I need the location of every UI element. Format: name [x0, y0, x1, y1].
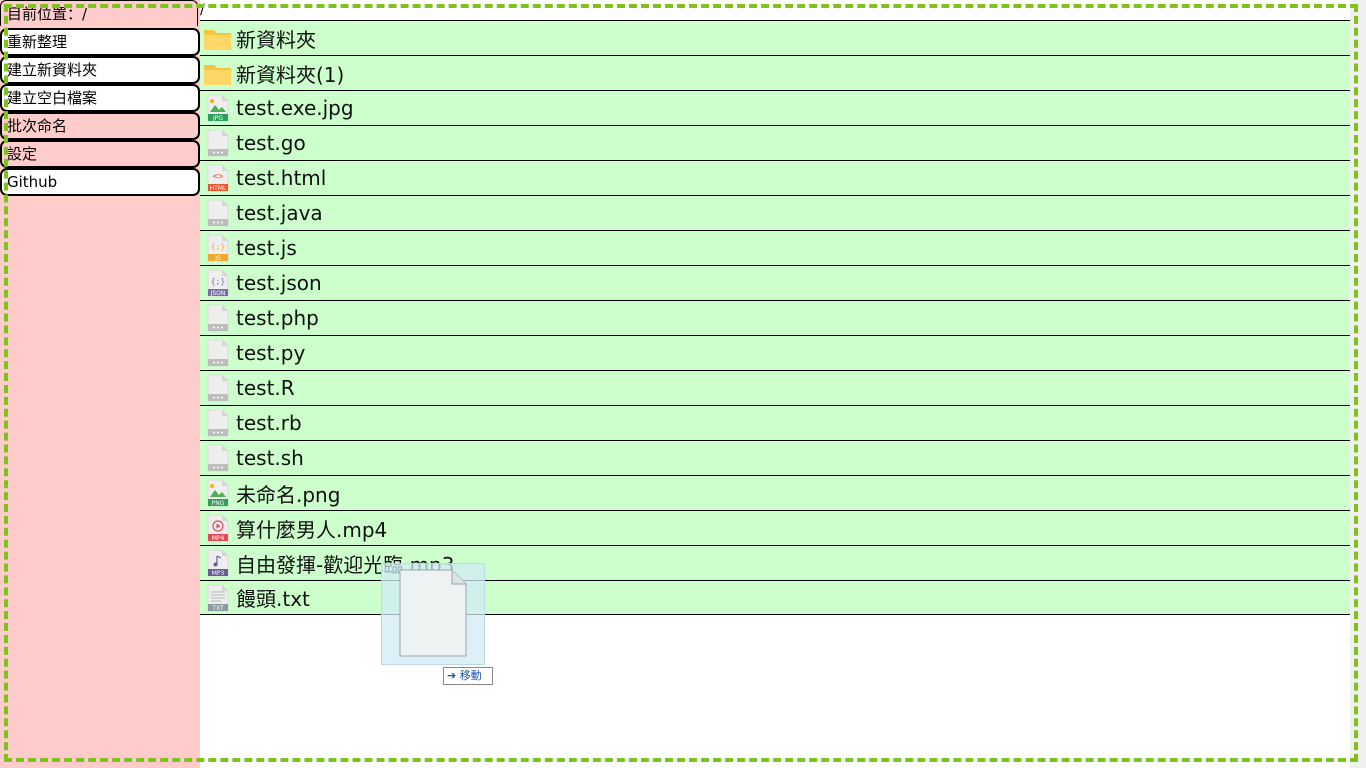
json-file-icon: JSON {;} — [203, 268, 233, 298]
file-name: test.json — [236, 271, 322, 295]
sidebar-button[interactable]: 設定 — [0, 140, 200, 168]
html-file-icon: HTML <> — [203, 163, 233, 193]
png-file-icon: PNG — [203, 478, 233, 508]
file-name: test.go — [236, 131, 306, 155]
generic-file-icon — [203, 303, 233, 333]
file-row[interactable]: test.py — [200, 335, 1350, 370]
svg-text:HTML: HTML — [210, 185, 227, 192]
file-row[interactable]: JS {;} test.js — [200, 230, 1350, 265]
file-row[interactable]: JSON {;} test.json — [200, 265, 1350, 300]
file-row[interactable]: test.rb — [200, 405, 1350, 440]
svg-text:JSON: JSON — [210, 290, 226, 297]
sidebar-button[interactable]: 重新整理 — [0, 28, 200, 56]
sidebar: 目前位置：/ 重新整理 建立新資料夾 建立空白檔案 批次命名 設定 Github — [0, 0, 200, 768]
file-row[interactable]: 新資料夾(1) — [200, 55, 1350, 90]
path-label: / — [200, 2, 205, 18]
generic-file-icon — [203, 128, 233, 158]
generic-file-icon — [203, 443, 233, 473]
file-browser: / 新資料夾新資料夾(1) JPG test.exe.jpg test.go HT… — [200, 0, 1350, 768]
svg-text:{;}: {;} — [211, 277, 225, 286]
file-row[interactable]: JPG test.exe.jpg — [200, 90, 1350, 125]
file-name: test.java — [236, 201, 323, 225]
file-name: test.rb — [236, 411, 302, 435]
svg-text:JPG: JPG — [212, 115, 223, 122]
generic-file-icon — [203, 198, 233, 228]
file-name: 未命名.png — [236, 482, 341, 507]
file-row[interactable]: test.R — [200, 370, 1350, 405]
drag-tooltip-label: 移動 — [459, 669, 482, 682]
mp4-file-icon: MP4 — [203, 513, 233, 543]
svg-text:MP4: MP4 — [212, 535, 225, 542]
svg-text:MP3: MP3 — [212, 570, 225, 577]
file-row[interactable]: 新資料夾 — [200, 20, 1350, 55]
file-name: 饅頭.txt — [236, 587, 310, 611]
file-name: test.exe.jpg — [236, 96, 354, 120]
file-row[interactable]: test.php — [200, 300, 1350, 335]
folder-icon — [203, 58, 233, 88]
file-row[interactable]: HTML <> test.html — [200, 160, 1350, 195]
sidebar-button[interactable]: 批次命名 — [0, 112, 200, 140]
drag-ghost-file-icon — [381, 563, 485, 665]
file-row[interactable]: MP3 自由發揮-歡迎光臨.mp3 — [200, 545, 1350, 580]
sidebar-button[interactable]: 建立空白檔案 — [0, 84, 200, 112]
mp3-file-icon: MP3 — [203, 548, 233, 578]
generic-file-icon — [203, 408, 233, 438]
file-name: test.js — [236, 236, 297, 260]
file-name: test.html — [236, 166, 327, 190]
generic-file-icon — [203, 373, 233, 403]
svg-text:TXT: TXT — [211, 605, 224, 612]
current-location: 目前位置：/ — [0, 0, 198, 26]
js-file-icon: JS {;} — [203, 233, 233, 263]
svg-text:{;}: {;} — [211, 242, 225, 251]
file-list: 新資料夾新資料夾(1) JPG test.exe.jpg test.go HTML… — [200, 20, 1350, 615]
file-row[interactable]: PNG 未命名.png — [200, 475, 1350, 510]
file-name: 新資料夾(1) — [236, 62, 345, 87]
file-name: 新資料夾 — [236, 27, 316, 52]
file-name: test.php — [236, 306, 319, 330]
generic-file-icon — [203, 338, 233, 368]
file-row[interactable]: MP4 算什麼男人.mp4 — [200, 510, 1350, 545]
file-row[interactable]: test.sh — [200, 440, 1350, 475]
svg-text:PNG: PNG — [212, 500, 225, 507]
file-row[interactable]: test.go — [200, 125, 1350, 160]
file-row[interactable]: test.java — [200, 195, 1350, 230]
file-name: test.py — [236, 341, 306, 365]
sidebar-button[interactable]: Github — [0, 168, 200, 196]
arrow-right-icon: ➔ — [447, 669, 457, 682]
file-row[interactable]: TXT 饅頭.txt — [200, 580, 1350, 615]
svg-text:JS: JS — [214, 255, 221, 262]
scrollbar-track[interactable] — [1350, 0, 1366, 768]
file-name: test.sh — [236, 446, 304, 470]
drag-move-tooltip: ➔ 移動 — [443, 667, 493, 685]
file-name: test.R — [236, 376, 295, 400]
jpg-file-icon: JPG — [203, 93, 233, 123]
sidebar-button[interactable]: 建立新資料夾 — [0, 56, 200, 84]
svg-text:<>: <> — [213, 172, 224, 182]
txt-file-icon: TXT — [203, 583, 233, 613]
file-name: 算什麼男人.mp4 — [236, 517, 388, 542]
folder-icon — [203, 23, 233, 53]
